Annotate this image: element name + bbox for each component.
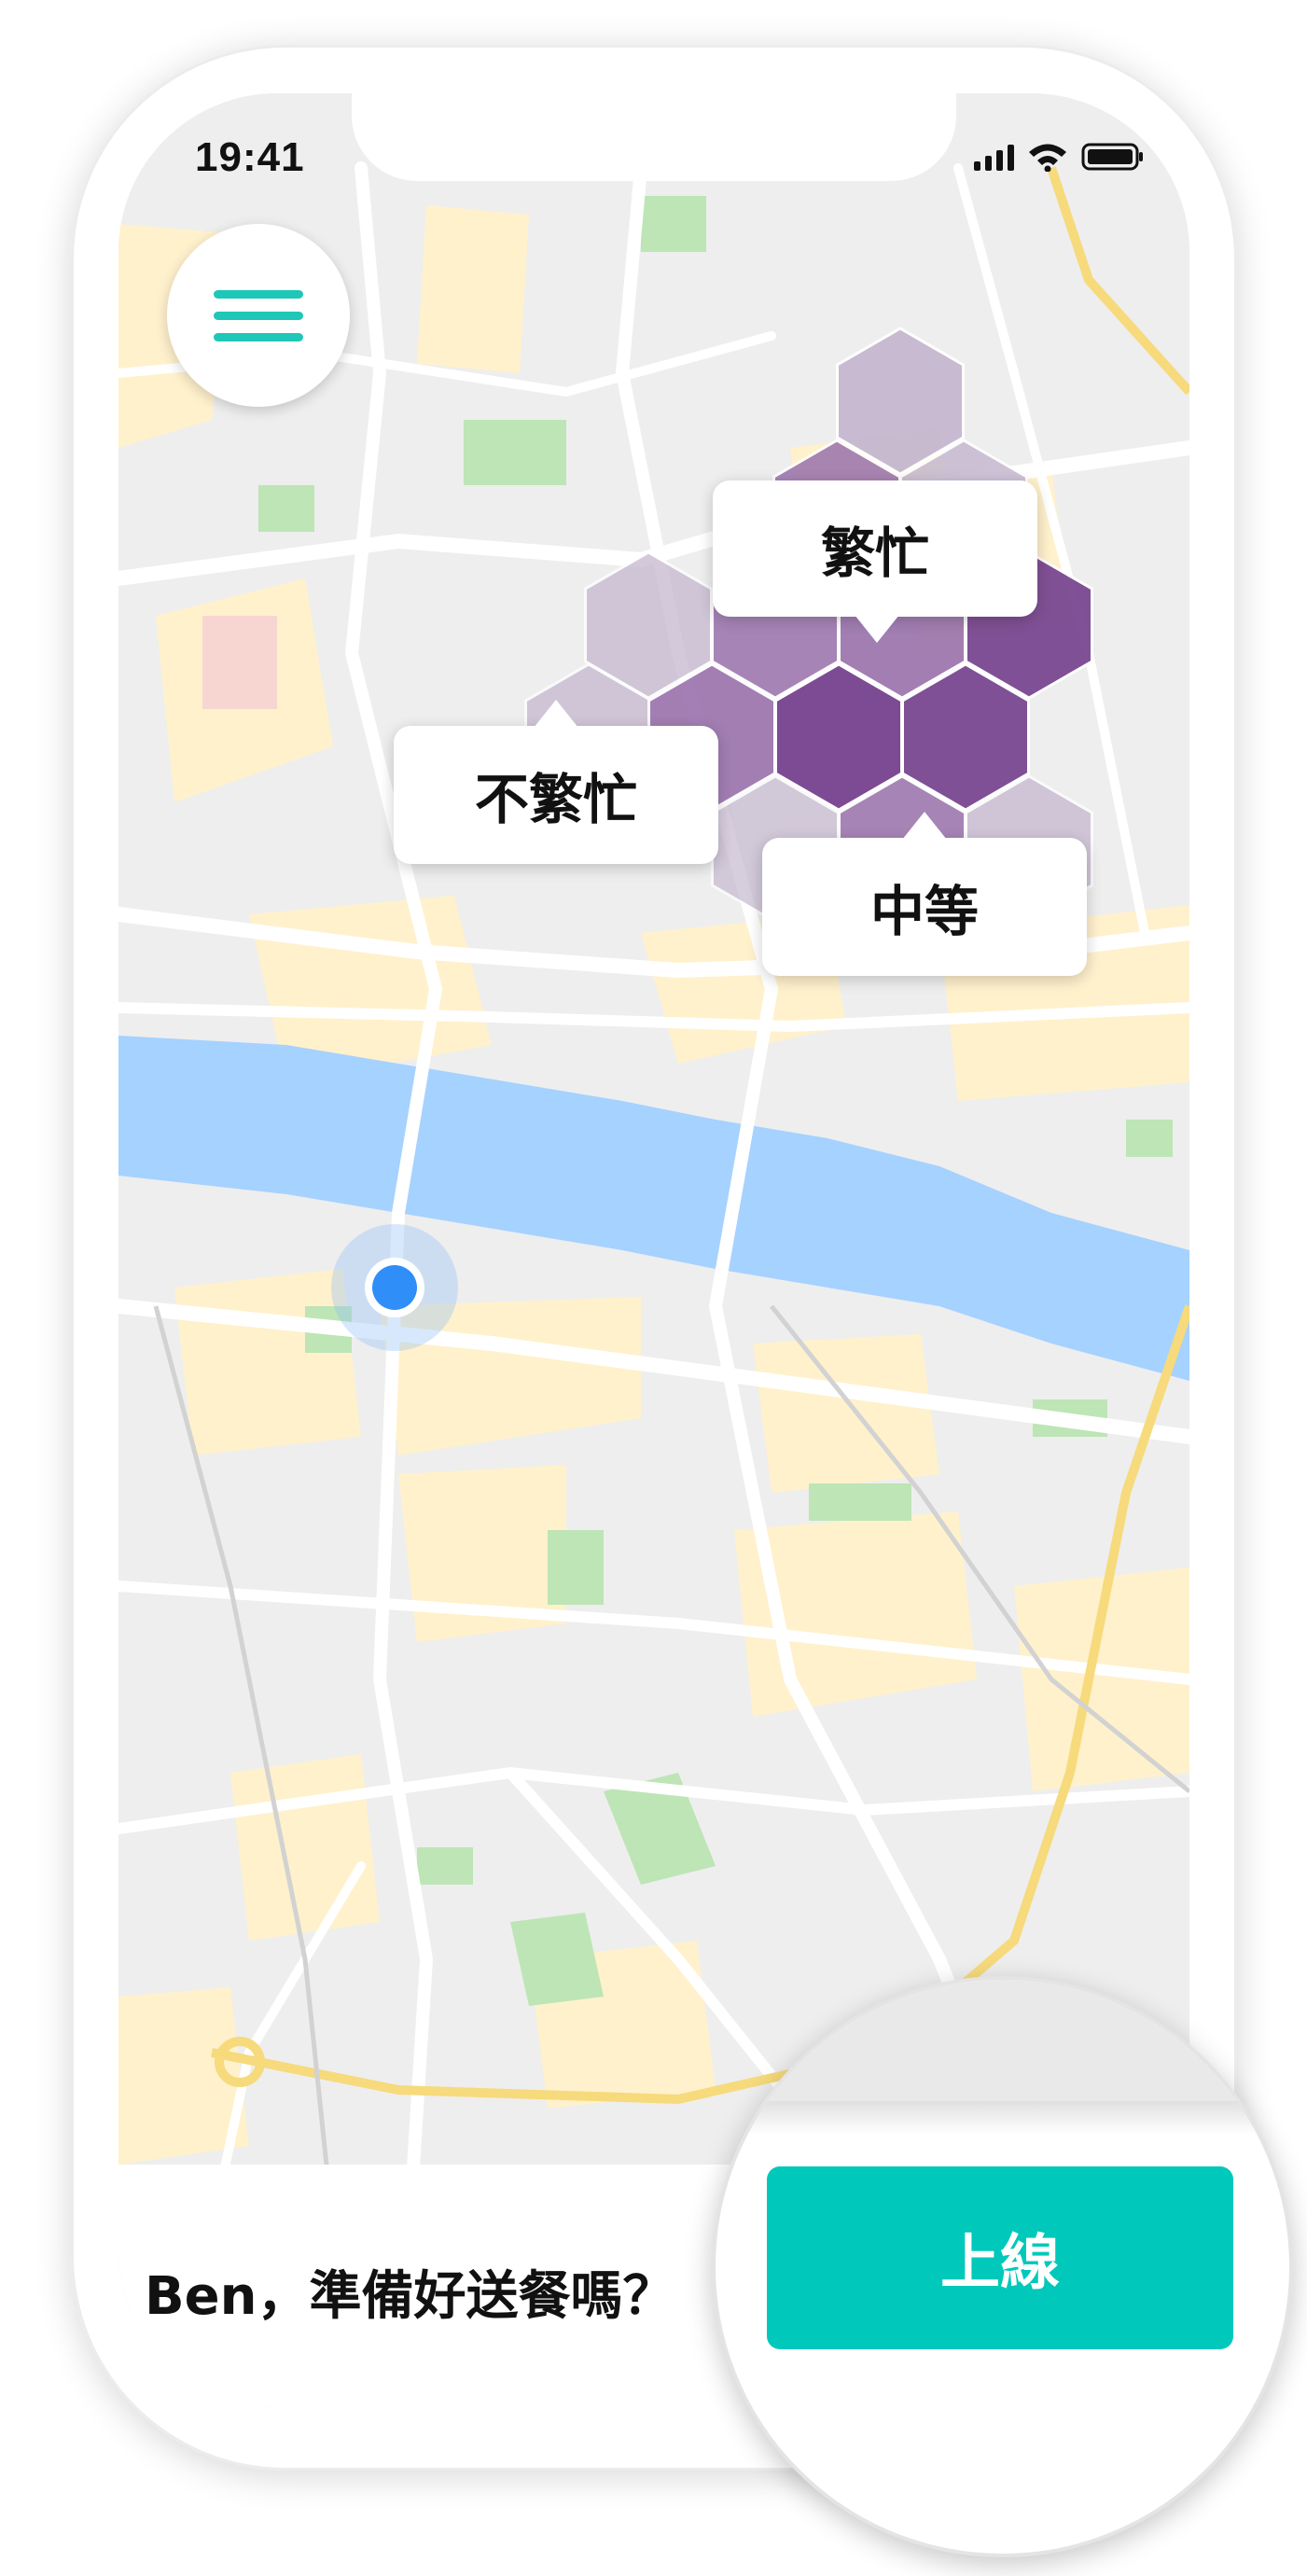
ready-prompt: Ben，準備好送餐嗎？ (145, 2266, 675, 2327)
medium-label-text: 中等 (869, 880, 979, 943)
wifi-icon (1029, 144, 1066, 172)
magnifier-callout: 上線 (712, 1976, 1293, 2557)
not-busy-label-text: 不繁忙 (474, 768, 637, 831)
go-online-button[interactable]: 上線 (767, 2166, 1233, 2349)
busy-label-text: 繁忙 (820, 522, 929, 585)
status-bar: 19:41 (118, 93, 1189, 224)
tooltip-pointer (534, 700, 578, 728)
battery-icon (1081, 143, 1143, 171)
current-location-marker (331, 1224, 458, 1351)
medium-zone-label: 中等 (762, 812, 1087, 976)
menu-bar-middle (214, 311, 303, 320)
hamburger-menu-icon (214, 289, 303, 299)
status-icons (974, 142, 1145, 172)
status-time: 19:41 (195, 134, 305, 180)
menu-bar-bottom (214, 332, 303, 341)
busy-zone-label: 繁忙 (713, 480, 1037, 643)
tooltip-pointer (902, 812, 947, 840)
not-busy-zone-label: 不繁忙 (394, 700, 718, 864)
cellular-signal-icon (974, 143, 1014, 171)
magnifier-shadow (716, 2101, 1289, 2135)
menu-button[interactable] (167, 224, 350, 407)
tooltip-pointer (855, 615, 899, 643)
highlighted-lot (202, 616, 277, 709)
